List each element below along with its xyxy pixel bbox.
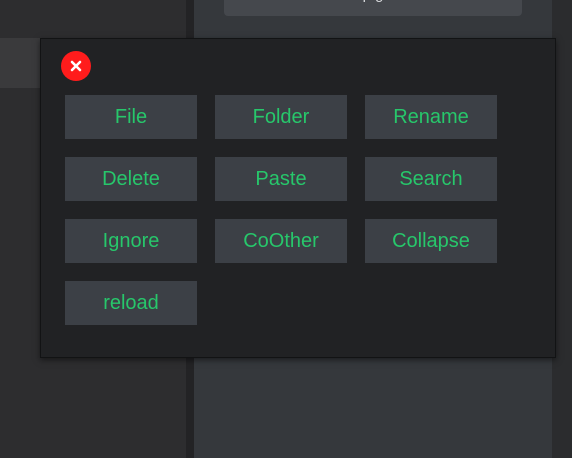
collapse-button[interactable]: Collapse bbox=[365, 219, 497, 263]
file-button[interactable]: File bbox=[65, 95, 197, 139]
context-action-popup: File Folder Rename Delete Paste Search I… bbox=[40, 38, 556, 358]
coother-button[interactable]: CoOther bbox=[215, 219, 347, 263]
right-panel-input[interactable]: p g bbox=[224, 0, 522, 16]
action-button-grid: File Folder Rename Delete Paste Search I… bbox=[65, 95, 497, 325]
rename-button[interactable]: Rename bbox=[365, 95, 497, 139]
paste-button[interactable]: Paste bbox=[215, 157, 347, 201]
reload-button[interactable]: reload bbox=[65, 281, 197, 325]
left-panel-selected-row[interactable] bbox=[0, 38, 40, 88]
ignore-button[interactable]: Ignore bbox=[65, 219, 197, 263]
delete-button[interactable]: Delete bbox=[65, 157, 197, 201]
search-button[interactable]: Search bbox=[365, 157, 497, 201]
right-panel-input-text: p g bbox=[224, 0, 522, 3]
close-button[interactable] bbox=[61, 51, 91, 81]
close-icon bbox=[70, 60, 82, 72]
folder-button[interactable]: Folder bbox=[215, 95, 347, 139]
